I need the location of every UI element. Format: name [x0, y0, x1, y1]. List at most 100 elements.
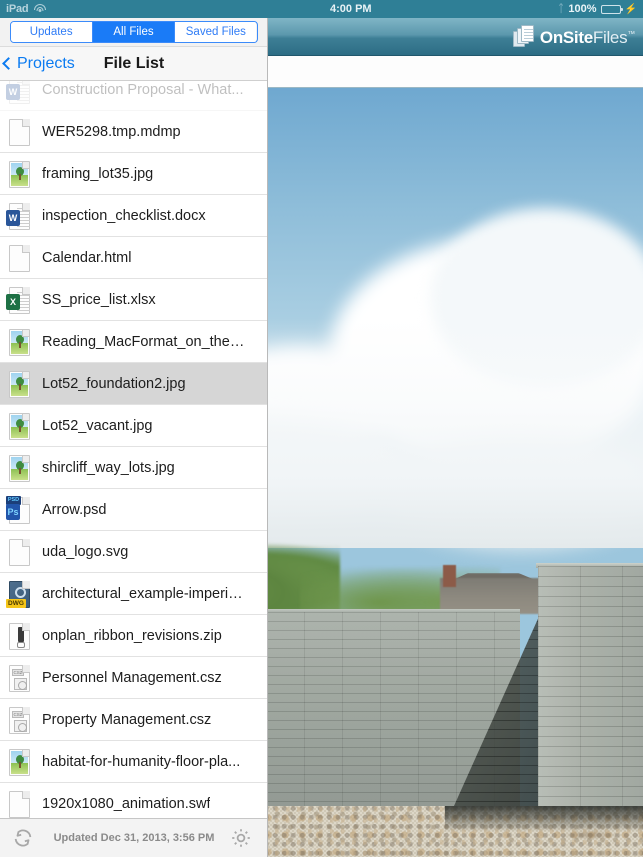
generic-file-icon — [6, 537, 32, 567]
file-name-label: uda_logo.svg — [42, 543, 129, 560]
trademark-mark: ™ — [627, 28, 635, 38]
photoshop-badge: Ps — [6, 503, 20, 520]
file-name-label: onplan_ribbon_revisions.zip — [42, 627, 222, 644]
back-button[interactable]: Projects — [2, 54, 75, 73]
file-list-item[interactable]: Lot52_foundation2.jpg — [0, 363, 267, 405]
file-name-label: Personnel Management.csz — [42, 669, 222, 686]
battery-icon — [600, 4, 623, 14]
file-list-item[interactable]: Calendar.html — [0, 237, 267, 279]
file-list-item[interactable]: Lot52_vacant.jpg — [0, 405, 267, 447]
file-name-label: Arrow.psd — [42, 501, 107, 518]
refresh-sync-icon[interactable] — [12, 827, 34, 849]
status-bar-clock: 4:00 PM — [330, 3, 372, 15]
image-file-icon — [9, 160, 30, 188]
image-file-icon — [6, 747, 32, 777]
file-list-item[interactable]: DWG architectural_example-imperia... — [0, 573, 267, 615]
image-file-icon — [6, 159, 32, 189]
image-file-icon — [9, 412, 30, 440]
generic-file-icon — [9, 790, 30, 818]
image-file-icon — [6, 453, 32, 483]
image-file-icon — [9, 454, 30, 482]
file-name-label: Calendar.html — [42, 249, 132, 266]
file-list-item[interactable]: uda_logo.svg — [0, 531, 267, 573]
csz-file-icon: CSZ — [9, 664, 30, 692]
file-name-label: Lot52_foundation2.jpg — [42, 375, 186, 392]
brand-logo: OnSiteFiles™ — [512, 25, 635, 49]
file-list-item[interactable]: 1920x1080_animation.swf — [0, 783, 267, 818]
zip-file-icon — [6, 621, 32, 651]
file-list-item[interactable]: PSD Ps Arrow.psd — [0, 489, 267, 531]
status-bar: iPad 4:00 PM ᛏ 100% ⚡ — [0, 0, 643, 18]
file-name-label: architectural_example-imperia... — [42, 585, 247, 602]
csz-file-icon: CSZ — [6, 663, 32, 693]
file-list-item[interactable]: WER5298.tmp.mdmp — [0, 111, 267, 153]
image-file-icon — [9, 748, 30, 776]
file-list-item[interactable]: Winspection_checklist.docx — [0, 195, 267, 237]
file-list-item[interactable]: W Construction Proposal - What... — [0, 81, 267, 111]
last-updated-label: Updated Dec 31, 2013, 3:56 PM — [53, 832, 215, 844]
dwg-tag: DWG — [6, 598, 26, 608]
documents-stack-icon — [512, 25, 535, 49]
device-label: iPad — [6, 3, 29, 15]
back-button-label: Projects — [17, 54, 75, 72]
segmented-control[interactable]: Updates All Files Saved Files — [9, 21, 258, 43]
file-list-item[interactable]: habitat-for-humanity-floor-pla... — [0, 741, 267, 783]
segment-updates[interactable]: Updates — [10, 22, 93, 42]
file-list-sidebar: Updates All Files Saved Files Projects Fil… — [0, 18, 268, 857]
file-list-item[interactable]: CSZ Personnel Management.csz — [0, 657, 267, 699]
status-bar-left: iPad — [6, 0, 46, 18]
file-list-item[interactable]: Reading_MacFormat_on_the_... — [0, 321, 267, 363]
image-file-icon — [6, 411, 32, 441]
battery-percent-label: 100% — [568, 3, 597, 15]
word-file-icon: W — [6, 201, 32, 231]
segmented-control-bar: Updates All Files Saved Files — [0, 18, 267, 47]
file-list-item[interactable]: X SS_price_list.xlsx — [0, 279, 267, 321]
word-file-icon: W — [6, 81, 32, 105]
dwg-file-icon: DWG — [6, 579, 32, 609]
generic-file-icon — [9, 118, 30, 146]
photo-ground-shadow — [445, 806, 643, 832]
chevron-left-icon — [2, 57, 15, 70]
brand-name-light: Files — [592, 27, 628, 47]
photoshop-file-icon: PSD Ps — [6, 495, 32, 525]
file-list-item[interactable]: framing_lot35.jpg — [0, 153, 267, 195]
excel-file-icon: X — [6, 285, 32, 315]
zip-file-icon — [9, 622, 30, 650]
file-list[interactable]: W Construction Proposal - What... WER5298.… — [0, 81, 267, 818]
photo-block-wall-right — [538, 566, 643, 826]
file-list-item[interactable]: CSZ Property Management.csz — [0, 699, 267, 741]
photo-chimney — [443, 565, 456, 587]
ipad-screen: iPad 4:00 PM ᛏ 100% ⚡ OnSiteFiles™ Updat… — [0, 0, 643, 857]
segment-all-files[interactable]: All Files — [92, 22, 176, 42]
file-name-label: Reading_MacFormat_on_the_... — [42, 333, 247, 350]
csz-file-icon: CSZ — [6, 705, 32, 735]
file-name-label: Construction Proposal - What... — [42, 81, 244, 98]
word-badge: W — [6, 83, 20, 100]
wifi-icon — [33, 4, 46, 14]
file-list-item[interactable]: onplan_ribbon_revisions.zip — [0, 615, 267, 657]
generic-file-icon — [6, 117, 32, 147]
generic-file-icon — [6, 243, 32, 273]
file-name-label: inspection_checklist.docx — [42, 207, 206, 224]
generic-file-icon — [6, 789, 32, 819]
sidebar-nav-bar: Projects File List — [0, 47, 267, 81]
status-bar-right: ᛏ 100% ⚡ — [558, 0, 637, 18]
file-name-label: framing_lot35.jpg — [42, 165, 154, 182]
gear-icon[interactable] — [229, 826, 253, 850]
lightning-bolt-icon: ⚡ — [624, 3, 637, 15]
file-name-label: Lot52_vacant.jpg — [42, 417, 153, 434]
sidebar-bottom-toolbar: Updated Dec 31, 2013, 3:56 PM — [0, 818, 267, 857]
generic-file-icon — [9, 538, 30, 566]
file-name-label: shircliff_way_lots.jpg — [42, 459, 175, 476]
file-list-item[interactable]: shircliff_way_lots.jpg — [0, 447, 267, 489]
file-name-label: WER5298.tmp.mdmp — [42, 123, 181, 140]
file-name-label: Property Management.csz — [42, 711, 212, 728]
csz-file-icon: CSZ — [9, 706, 30, 734]
excel-badge: X — [6, 293, 20, 310]
bluetooth-icon: ᛏ — [557, 3, 565, 15]
image-file-icon — [9, 370, 30, 398]
brand-name: OnSiteFiles™ — [540, 29, 635, 46]
photo-dirt-patch — [560, 830, 620, 840]
segment-saved-files[interactable]: Saved Files — [175, 22, 257, 42]
image-file-icon — [9, 328, 30, 356]
